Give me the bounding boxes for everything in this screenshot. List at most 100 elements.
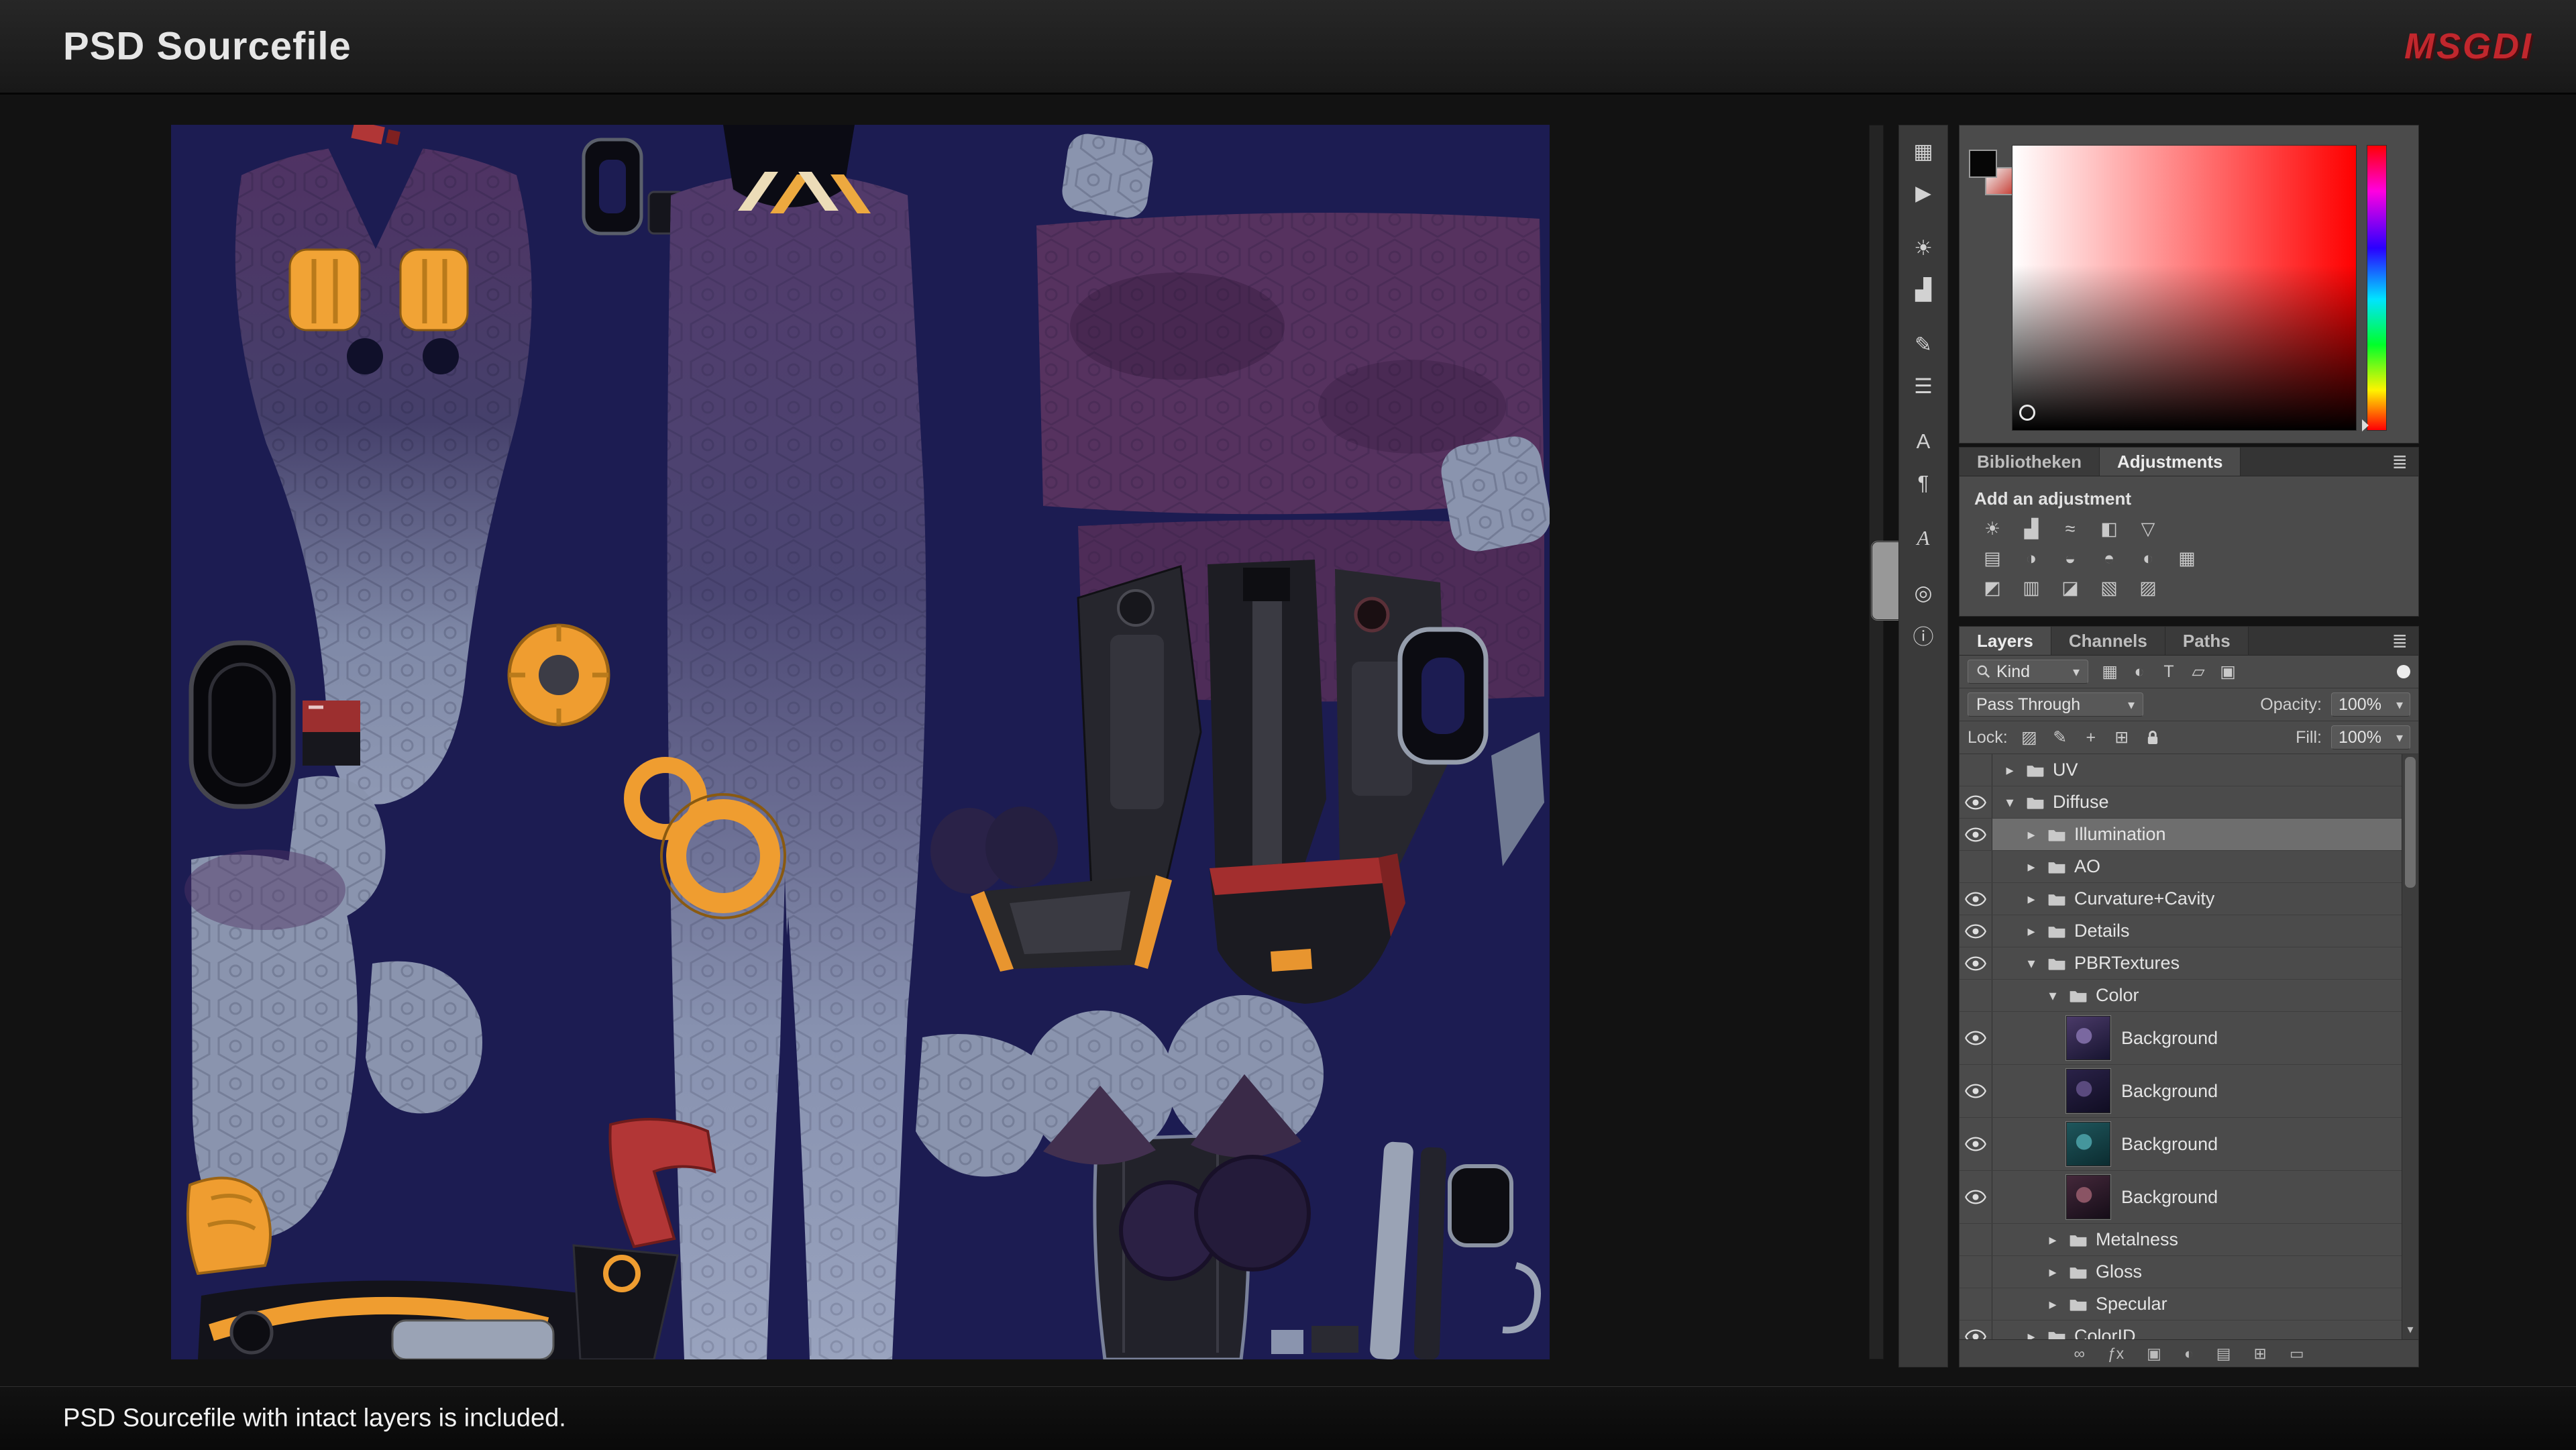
expand-chevron[interactable]: ▸ [2023, 890, 2039, 908]
layer-row-gloss[interactable]: ▸Gloss [1960, 1256, 2402, 1288]
lock-artboard-icon[interactable]: ⊞ [2110, 727, 2134, 748]
visibility-toggle[interactable] [1960, 1012, 1992, 1064]
layer-effects-icon[interactable]: ƒx [2108, 1345, 2124, 1363]
expand-chevron[interactable]: ▸ [2023, 923, 2039, 940]
tab-channels[interactable]: Channels [2051, 627, 2165, 655]
visibility-toggle[interactable] [1960, 915, 1992, 947]
info-icon[interactable]: ⓘ [1905, 619, 1941, 650]
adjustment-exposure-icon[interactable]: ◧ [2095, 516, 2123, 541]
layers-scrollbar[interactable]: ▾ [2402, 754, 2418, 1339]
new-group-icon[interactable]: ▤ [2216, 1345, 2231, 1363]
character-icon[interactable]: A [1905, 426, 1941, 457]
layer-thumbnail[interactable] [2066, 1122, 2110, 1166]
adjustment-hue-saturation-icon[interactable]: ▤ [1978, 546, 2006, 571]
blend-mode-select[interactable]: Pass Through [1968, 692, 2143, 717]
properties-icon[interactable]: ☰ [1905, 371, 1941, 402]
visibility-toggle[interactable] [1960, 786, 1992, 818]
layer-row-diffuse[interactable]: ▾Diffuse [1960, 786, 2402, 819]
filter-type-layers-icon[interactable]: T [2157, 661, 2181, 682]
expand-chevron[interactable]: ▸ [2045, 1263, 2061, 1281]
expand-chevron[interactable]: ▸ [2023, 858, 2039, 876]
lock-all-icon[interactable] [2141, 727, 2165, 748]
adjustment-brightness-contrast-icon[interactable]: ☀ [1978, 516, 2006, 541]
adjustment-color-lookup-icon[interactable]: ▦ [2173, 546, 2201, 571]
expand-chevron[interactable]: ▸ [2045, 1296, 2061, 1313]
visibility-toggle[interactable] [1960, 947, 1992, 979]
layer-row-background[interactable]: Background [1960, 1171, 2402, 1224]
delete-layer-icon[interactable]: ▭ [2290, 1345, 2304, 1363]
glyphs-icon[interactable]: A [1905, 523, 1941, 554]
layer-row-colorid[interactable]: ▸ColorID [1960, 1320, 2402, 1339]
filter-pixel-layers-icon[interactable]: ▦ [2098, 661, 2122, 682]
new-adjustment-layer-icon[interactable]: ◐ [2184, 1345, 2194, 1363]
layer-thumbnail[interactable] [2066, 1069, 2110, 1113]
layer-row-pbrtextures[interactable]: ▾PBRTextures [1960, 947, 2402, 980]
visibility-toggle[interactable] [1960, 1065, 1992, 1117]
layer-row-curvature-cavity[interactable]: ▸Curvature+Cavity [1960, 883, 2402, 915]
visibility-toggle[interactable] [1960, 883, 1992, 915]
expand-chevron[interactable]: ▸ [2023, 1328, 2039, 1340]
lock-image-pixels-icon[interactable]: ✎ [2048, 727, 2072, 748]
expand-chevron[interactable]: ▸ [2002, 762, 2018, 779]
link-layers-icon[interactable]: ∞ [2074, 1345, 2084, 1363]
filter-adjustment-layers-icon[interactable]: ◐ [2127, 661, 2151, 682]
visibility-toggle[interactable] [1960, 1171, 1992, 1223]
clone-source-icon[interactable]: ◎ [1905, 578, 1941, 609]
visibility-toggle[interactable] [1960, 1288, 1992, 1320]
visibility-toggle[interactable] [1960, 819, 1992, 850]
filter-toggle[interactable] [2397, 665, 2410, 678]
tab-bibliotheken[interactable]: Bibliotheken [1960, 448, 2100, 476]
fill-value[interactable]: 100% [2331, 725, 2410, 749]
visibility-toggle[interactable] [1960, 1118, 1992, 1170]
adjustment-invert-icon[interactable]: ◩ [1978, 575, 2006, 601]
layer-row-background[interactable]: Background [1960, 1012, 2402, 1065]
filter-shape-layers-icon[interactable]: ▱ [2186, 661, 2210, 682]
layer-row-details[interactable]: ▸Details [1960, 915, 2402, 947]
visibility-toggle[interactable] [1960, 851, 1992, 882]
layer-mask-icon[interactable]: ▣ [2147, 1345, 2161, 1363]
adjustment-gradient-map-icon[interactable]: ▧ [2095, 575, 2123, 601]
filter-smart-objects-icon[interactable]: ▣ [2216, 661, 2240, 682]
expand-chevron[interactable]: ▸ [2023, 826, 2039, 843]
layer-row-metalness[interactable]: ▸Metalness [1960, 1224, 2402, 1256]
swatches-icon[interactable]: ▦ [1905, 136, 1941, 167]
layer-row-uv[interactable]: ▸UV [1960, 754, 2402, 786]
layer-row-specular[interactable]: ▸Specular [1960, 1288, 2402, 1320]
actions-icon[interactable]: ▶ [1905, 178, 1941, 209]
lock-transparent-pixels-icon[interactable]: ▨ [2017, 727, 2041, 748]
visibility-toggle[interactable] [1960, 754, 1992, 786]
layer-row-background[interactable]: Background [1960, 1118, 2402, 1171]
expand-chevron[interactable]: ▸ [2045, 1231, 2061, 1249]
layer-thumbnail[interactable] [2066, 1016, 2110, 1060]
layer-row-illumination[interactable]: ▸Illumination [1960, 819, 2402, 851]
expand-chevron[interactable]: ▾ [2045, 987, 2061, 1004]
layer-row-color[interactable]: ▾Color [1960, 980, 2402, 1012]
adjustment-selective-color-icon[interactable]: ▨ [2134, 575, 2162, 601]
tab-adjustments[interactable]: Adjustments [2100, 448, 2241, 476]
adjustment-black-white-icon[interactable]: ◒ [2056, 546, 2084, 571]
adjustment-vibrance-icon[interactable]: ▽ [2134, 516, 2162, 541]
adjustment-color-balance-icon[interactable]: ◑ [2017, 546, 2045, 571]
color-field[interactable] [2012, 145, 2357, 431]
layers-scrollbar-thumb[interactable] [2405, 757, 2416, 888]
new-layer-icon[interactable]: ⊞ [2254, 1345, 2267, 1363]
lock-position-icon[interactable]: + [2079, 727, 2103, 748]
hue-slider[interactable] [2367, 145, 2387, 431]
expand-chevron[interactable]: ▾ [2023, 955, 2039, 972]
adjustment-levels-icon[interactable]: ▟ [2017, 516, 2045, 541]
expand-chevron[interactable]: ▾ [2002, 794, 2018, 811]
foreground-color-swatch[interactable] [1969, 150, 1997, 178]
layer-thumbnail[interactable] [2066, 1175, 2110, 1219]
scroll-down-arrow[interactable]: ▾ [2402, 1323, 2418, 1337]
color-field-marker[interactable] [2019, 405, 2035, 421]
panel-menu-icon[interactable]: ≣ [2392, 451, 2408, 473]
visibility-toggle[interactable] [1960, 980, 1992, 1011]
hue-slider-marker[interactable] [2362, 419, 2369, 431]
document-canvas[interactable] [171, 125, 1550, 1359]
filter-kind-select[interactable]: Kind [1968, 660, 2088, 684]
paragraph-icon[interactable]: ¶ [1905, 468, 1941, 499]
visibility-toggle[interactable] [1960, 1256, 1992, 1288]
panel-menu-icon[interactable]: ≣ [2392, 630, 2408, 652]
adjustment-threshold-icon[interactable]: ◪ [2056, 575, 2084, 601]
adjustment-channel-mixer-icon[interactable]: ◐ [2134, 546, 2162, 571]
